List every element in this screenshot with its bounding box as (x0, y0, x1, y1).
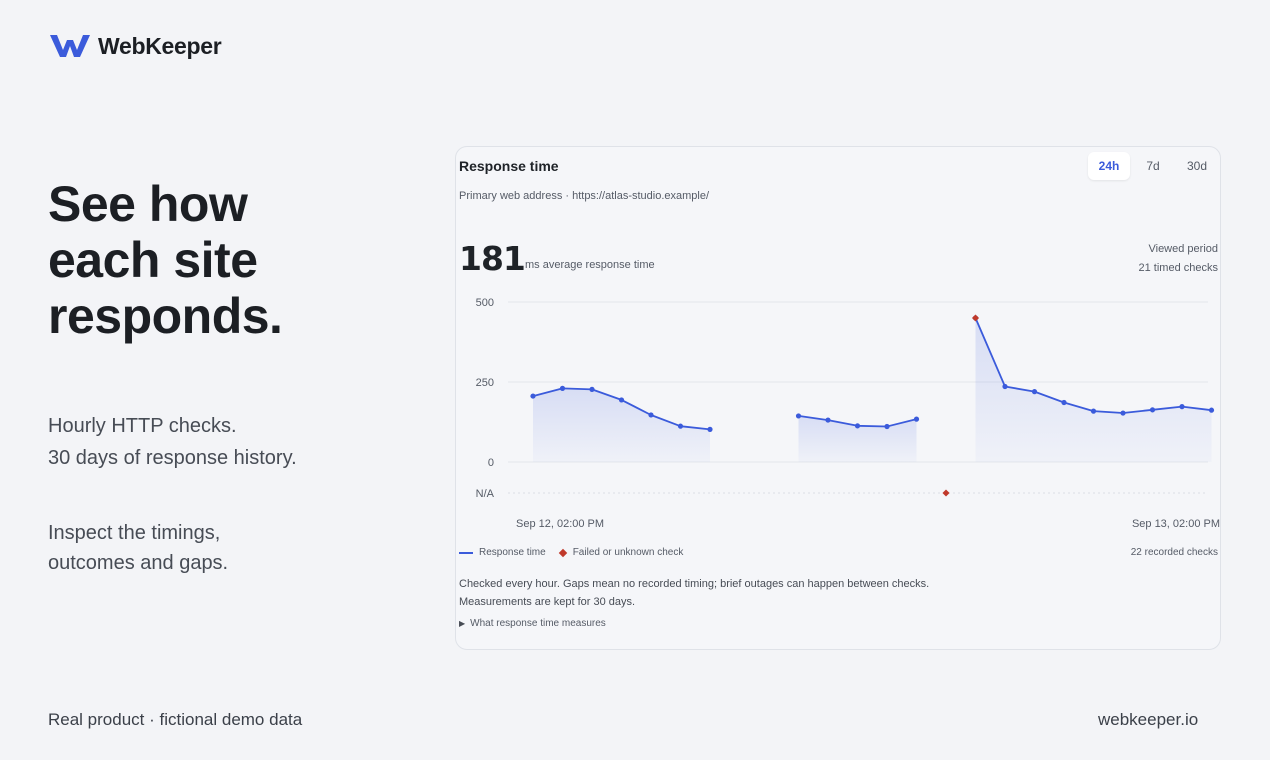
hero-line: responds. (48, 288, 283, 344)
data-point (1208, 407, 1215, 413)
note-line: Measurements are kept for 30 days. (459, 596, 636, 608)
data-point (884, 423, 890, 430)
x-tick-label: Sep 12, 02:00 PM (516, 518, 604, 530)
recorded-checks: 22 recorded checks (1130, 547, 1218, 558)
y-tick-label: 500 (476, 297, 494, 309)
hero-heading: See how each site responds. (48, 176, 283, 344)
series-area (975, 318, 1212, 462)
webkeeper-logo-icon (50, 35, 90, 57)
brand-name: WebKeeper (98, 32, 222, 59)
data-point (854, 423, 861, 429)
brand-logo: WebKeeper (48, 32, 222, 60)
data-point (707, 426, 713, 432)
x-tick-label: Sep 13, 02:00 PM (1132, 518, 1220, 530)
response-time-chart: 500 250 0 N/A Sep 12, 02:00 PM Sep 13, 02:00 … (476, 297, 1220, 530)
detail-line: Inspect the timings, (48, 522, 221, 544)
legend-diamond-icon (558, 548, 567, 557)
data-point (1090, 408, 1097, 414)
footer-note: Real product · fictional demo data (48, 710, 303, 729)
disclosure-triangle-icon: ▶ (459, 619, 466, 628)
data-point (1031, 389, 1038, 395)
data-point (1179, 404, 1185, 410)
chart-legend: Response time Failed or unknown check (459, 547, 683, 558)
hero-line: See how (48, 176, 248, 232)
data-point (677, 423, 684, 429)
data-point (913, 416, 920, 422)
data-point (1149, 407, 1156, 413)
intro-text: Hourly HTTP checks. 30 days of response … (48, 410, 297, 474)
detail-text: Inspect the timings, outcomes and gaps. (48, 518, 228, 578)
y-tick-label: 0 (488, 457, 494, 469)
chart-note: Checked every hour. Gaps mean no recorde… (459, 575, 929, 611)
data-point (648, 412, 654, 418)
legend-failed: Failed or unknown check (572, 547, 684, 558)
legend-line-swatch (459, 551, 473, 554)
data-point (1120, 410, 1126, 416)
details-label: What response time measures (470, 618, 606, 629)
data-point (618, 397, 625, 403)
data-point (589, 386, 595, 392)
failed-check-marker (971, 314, 980, 322)
response-time-card: Response time Primary web address · http… (455, 146, 1221, 650)
note-line: Checked every hour. Gaps mean no recorde… (459, 578, 930, 590)
data-point (1002, 383, 1008, 390)
legend-response-time: Response time (479, 547, 546, 558)
intro-line: 30 days of response history. (48, 447, 297, 469)
data-point (530, 393, 536, 399)
data-point (1061, 399, 1067, 406)
intro-line: Hourly HTTP checks. (48, 415, 237, 437)
detail-line: outcomes and gaps. (48, 552, 229, 574)
hero-line: each site (48, 232, 258, 288)
data-point (825, 417, 831, 423)
data-point (795, 413, 802, 419)
footer-link[interactable]: webkeeper.io (1098, 710, 1198, 730)
failed-check-marker (942, 489, 950, 497)
data-point (559, 385, 566, 391)
details-toggle[interactable]: ▶ What response time measures (459, 618, 606, 629)
y-tick-label: 250 (476, 377, 494, 389)
na-label: N/A (476, 488, 495, 500)
